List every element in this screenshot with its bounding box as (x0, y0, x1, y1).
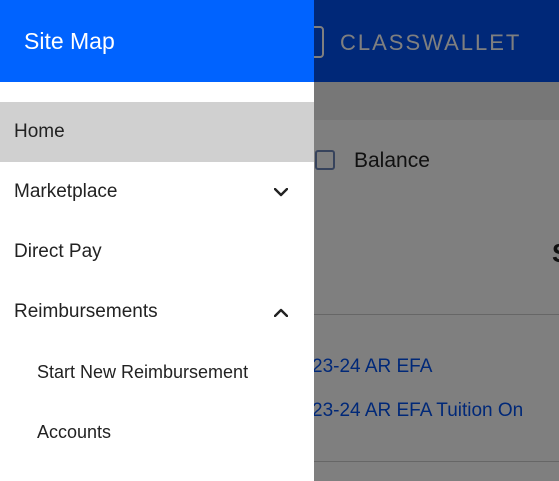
nav-item-label: Reimbursements (14, 301, 158, 322)
chevron-up-icon[interactable] (272, 303, 290, 321)
chevron-down-icon[interactable] (272, 183, 290, 201)
drawer-header: Site Map (0, 0, 314, 82)
nav-item-label: Home (14, 121, 65, 142)
site-map-drawer: Site Map Home Marketplace Direct Pay Rei… (0, 0, 314, 481)
nav-item-label: Accounts (37, 421, 112, 442)
nav-subitem-accounts[interactable]: Accounts (0, 402, 314, 462)
drawer-title: Site Map (24, 27, 115, 54)
nav-item-direct-pay[interactable]: Direct Pay (0, 222, 314, 282)
site-map-nav: Home Marketplace Direct Pay Reimbursemen… (0, 102, 314, 462)
nav-item-label: Marketplace (14, 181, 118, 202)
nav-item-home[interactable]: Home (0, 102, 314, 162)
nav-item-marketplace[interactable]: Marketplace (0, 162, 314, 222)
nav-item-label: Direct Pay (14, 241, 102, 262)
nav-subitem-start-new-reimbursement[interactable]: Start New Reimbursement (0, 342, 314, 402)
nav-item-reimbursements[interactable]: Reimbursements (0, 282, 314, 342)
nav-item-label: Start New Reimbursement (37, 361, 249, 382)
